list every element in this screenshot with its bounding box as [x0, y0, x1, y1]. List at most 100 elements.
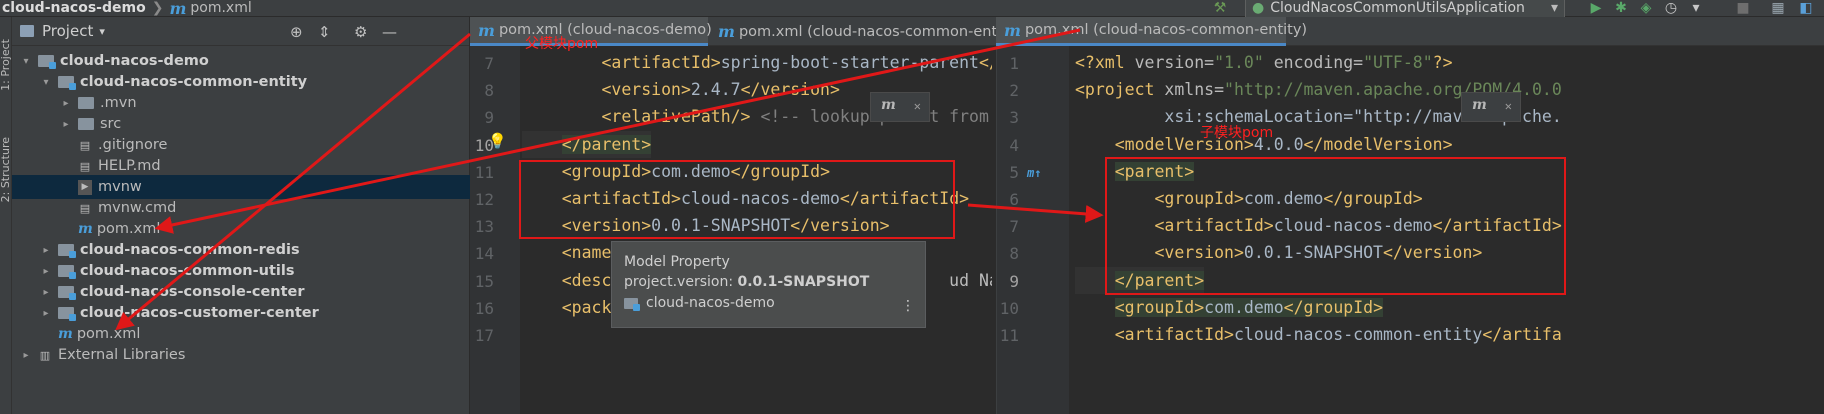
popup-property-value: 0.0.1-SNAPSHOT	[737, 274, 870, 290]
sdk-icon[interactable]: ◧	[1798, 0, 1814, 16]
line-number: 8	[484, 81, 494, 101]
library-icon: ▥	[39, 348, 51, 362]
chevron-right-icon[interactable]: ▸	[60, 98, 72, 109]
project-tool-window-button[interactable]: 1: Project	[0, 39, 12, 91]
breadcrumb-project[interactable]: cloud-nacos-demo	[0, 0, 146, 16]
locate-file-icon[interactable]: ⊕	[290, 23, 303, 41]
module-folder-icon	[38, 55, 56, 69]
tree-item-label: cloud-nacos-common-entity	[80, 74, 308, 90]
gear-icon[interactable]: ⚙	[354, 23, 367, 41]
module-folder-icon	[58, 286, 76, 300]
navigate-to-parent-icon[interactable]: m↑	[1027, 166, 1041, 180]
tab-label: pom.xml (cloud-nacos-common-entity)	[1024, 22, 1308, 38]
maven-reload-badge[interactable]: m ✕	[870, 92, 930, 122]
code-line[interactable]: <?xml version = "1.0" encoding = "UTF-8" ?>	[1075, 49, 1453, 76]
close-icon[interactable]: ✕	[1505, 99, 1512, 113]
tab-pom-cloud-nacos-common-entity[interactable]: m pom.xml (cloud-nacos-common-entity)	[710, 17, 1021, 46]
tab-label: pom.xml (cloud-nacos-common-entity)	[738, 23, 1022, 40]
tree-item-label: cloud-nacos-customer-center	[80, 305, 319, 321]
run-configuration-select[interactable]: ● CloudNacosCommonUtilsApplication ▾	[1245, 0, 1565, 18]
close-icon[interactable]: ✕	[914, 99, 921, 113]
maven-file-icon: m	[478, 20, 495, 40]
tree-item-label: .mvn	[100, 95, 137, 111]
intention-bulb-icon[interactable]: 💡	[488, 132, 507, 150]
parent-pom-annotation: 父模块pom	[525, 36, 599, 52]
module-folder-icon	[58, 265, 76, 279]
module-folder-icon	[58, 244, 76, 258]
chevron-right-icon[interactable]: ▸	[60, 119, 72, 130]
tree-item-label: cloud-nacos-common-utils	[80, 263, 295, 279]
maven-file-icon: m	[58, 326, 73, 342]
line-number: 12	[474, 190, 494, 209]
tree-item-label: External Libraries	[58, 347, 186, 363]
popup-property: project.version: 0.0.1-SNAPSHOT	[624, 274, 869, 290]
spring-boot-icon: ●	[1252, 0, 1265, 16]
profile-icon[interactable]: ◷	[1663, 0, 1679, 16]
code-line[interactable]: <artifactId>spring-boot-starter-parent</…	[522, 49, 992, 76]
build-hammer-icon[interactable]: ⚒	[1212, 0, 1228, 16]
project-view-title[interactable]: Project	[42, 22, 93, 40]
profile-dropdown-icon[interactable]: ▾	[1688, 0, 1704, 16]
chevron-right-icon[interactable]: ▸	[40, 287, 52, 298]
code-line[interactable]: <version >2.4.7 </version >	[522, 76, 839, 103]
code-line[interactable]: </parent>	[522, 130, 652, 158]
chevron-right-icon[interactable]: ▸	[20, 350, 32, 361]
hide-panel-icon[interactable]: —	[382, 23, 397, 41]
tree-item-label: pom.xml	[96, 221, 161, 237]
chevron-right-icon[interactable]: ▸	[40, 266, 52, 277]
line-number: 3	[1009, 108, 1019, 128]
run-icon[interactable]: ▶	[1588, 0, 1604, 16]
maven-file-icon: m	[78, 221, 93, 237]
parent-coordinates-highlight	[519, 160, 955, 239]
module-folder-icon	[58, 76, 76, 90]
module-folder-icon	[58, 307, 76, 321]
line-number: 9	[1009, 271, 1019, 291]
maven-file-icon: m	[718, 22, 735, 41]
chevron-down-icon[interactable]: ▾	[40, 77, 52, 88]
collapse-all-icon[interactable]: ⇕	[318, 23, 331, 41]
coverage-icon[interactable]: ◈	[1638, 0, 1654, 16]
more-options-icon[interactable]: ⋮	[901, 298, 915, 314]
code-line[interactable]: <groupId>com.demo</groupId>	[1075, 294, 1383, 321]
child-pom-annotation: 子模块pom	[1200, 125, 1274, 141]
navigation-bar: cloud-nacos-demo ❯ m pom.xml ⚒ ● CloudNa…	[0, 0, 1824, 18]
line-number: 8	[1009, 244, 1019, 264]
tree-item-label: src	[100, 116, 122, 132]
file-icon: ▤	[79, 138, 91, 152]
tree-item[interactable]: ▸ ▥ External Libraries	[12, 343, 470, 367]
tree-item-label: pom.xml	[76, 326, 141, 342]
maven-reload-badge[interactable]: m ✕	[1461, 92, 1521, 122]
line-number: 17	[474, 326, 494, 345]
popup-module-name: cloud-nacos-demo	[646, 295, 775, 311]
line-number: 1	[1009, 54, 1019, 73]
tab-pom-cloud-nacos-common-entity-split[interactable]: m pom.xml (cloud-nacos-common-entity)	[996, 17, 1307, 46]
project-structure-icon[interactable]: ▦	[1770, 0, 1786, 16]
chevron-down-icon[interactable]: ▾	[99, 25, 105, 38]
folder-icon	[78, 97, 94, 109]
editor-tab-bar: m pom.xml (cloud-nacos-demo) m pom.xml (…	[470, 17, 1824, 46]
tree-item-label: mvnw	[98, 179, 142, 195]
stop-icon[interactable]: ■	[1735, 0, 1751, 16]
popup-module[interactable]: cloud-nacos-demo	[624, 295, 775, 311]
chevron-down-icon[interactable]: ▾	[20, 56, 32, 67]
file-icon: ▤	[79, 159, 91, 173]
code-line[interactable]: <artifactId > cloud-nacos-common-entity </a…	[1075, 321, 1562, 348]
model-property-popup: Model Property project.version: 0.0.1-SN…	[611, 241, 926, 328]
line-number: 16	[474, 298, 494, 318]
breadcrumb-file[interactable]: pom.xml	[190, 0, 251, 16]
tree-item-label: .gitignore	[98, 137, 168, 153]
structure-tool-window-button[interactable]: 2: Structure	[0, 137, 12, 202]
tool-window-stripe: 1: Project 2: Structure	[0, 17, 12, 414]
maven-file-icon: m	[1004, 20, 1021, 40]
tree-item-label: HELP.md	[98, 158, 161, 174]
file-icon: ▤	[79, 201, 91, 215]
maven-reload-icon: m	[1472, 97, 1487, 113]
line-number: 4	[1009, 135, 1019, 155]
debug-icon[interactable]: ✱	[1613, 0, 1629, 16]
line-number: 6	[1009, 190, 1019, 209]
chevron-right-icon[interactable]: ▸	[40, 245, 52, 256]
project-panel: Project ▾ ⊕ ⇕ ⚙ — ▾ cloud-nacos-demo ▾ clou…	[12, 17, 470, 414]
chevron-right-icon[interactable]: ▸	[40, 308, 52, 319]
run-configuration-label: CloudNacosCommonUtilsApplication	[1270, 0, 1525, 16]
line-number: 7	[1009, 217, 1019, 237]
